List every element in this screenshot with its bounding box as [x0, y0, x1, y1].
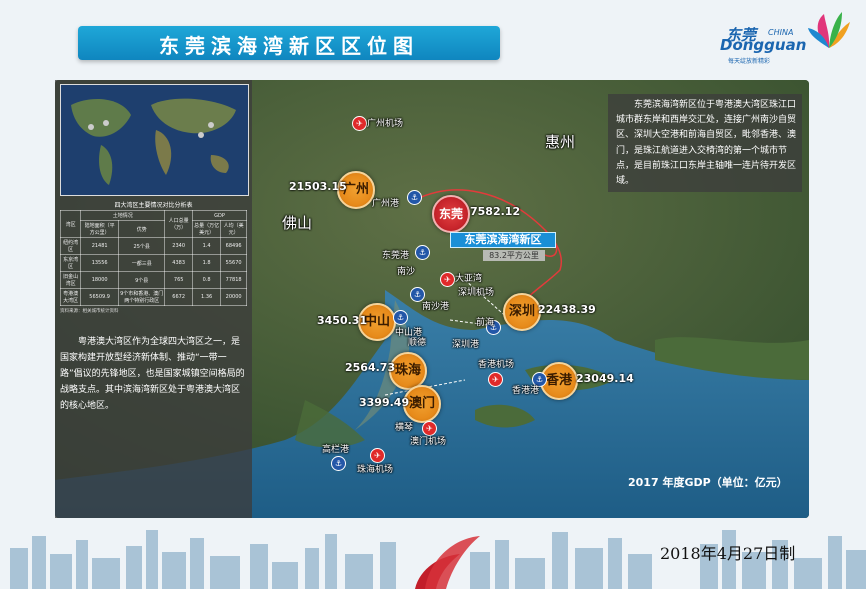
date-label: 2018年4月27日制	[660, 544, 796, 563]
subheader-gdp-per-capita: 人均（美元）	[220, 220, 247, 238]
header-land: 土地情况	[80, 210, 166, 221]
table-cell: 4383	[164, 254, 194, 272]
table-cell: 1.36	[192, 288, 222, 306]
gdp-macau: 3399.49	[359, 396, 410, 409]
airplane-icon: ✈	[352, 116, 367, 131]
place-nansha: 南沙	[397, 267, 416, 277]
place-qianhai: 前海	[476, 318, 495, 328]
header-population: 人口总量（万）	[164, 210, 194, 238]
gdp-zhongshan: 3450.31	[317, 314, 368, 327]
table-note: 资料来源：相关城市统计资料	[60, 309, 119, 314]
table-row: 东京湾区 13556 一都三县 4383 1.8 55670	[59, 254, 247, 272]
table-cell: 9个县	[118, 271, 166, 289]
gdp-note: 2017 年度GDP（单位：亿元）	[628, 476, 788, 489]
port-gaolan: 高栏港	[322, 445, 350, 455]
table-cell: 13556	[80, 254, 120, 272]
airplane-icon: ✈	[440, 272, 455, 287]
table-cell: 1.8	[192, 254, 222, 272]
bay-area-comparison-table: 四大湾区主要情况对比分析表 湾区 土地情况 人口总量（万） GDP 陆地面积（平…	[59, 200, 247, 314]
table-cell: 765	[164, 271, 194, 289]
dongguan-logo: 东莞 CHINA Dongguan 每天绽放新精彩	[716, 6, 856, 68]
anchor-icon: ⚓	[393, 310, 408, 325]
table-row: 旧金山湾区 18000 9个县 765 0.8 77818	[59, 271, 247, 289]
gdp-hongkong: 23049.14	[576, 372, 634, 385]
airport-zhuhai: 珠海机场	[357, 465, 394, 475]
left-description: 粤港澳大湾区作为全球四大湾区之一，是国家构建开放型经济新体制、推动“一带一路”倡…	[60, 337, 245, 411]
binhaiwan-zone-label[interactable]: 东莞滨海湾新区	[450, 232, 556, 248]
table-cell: 纽约湾区	[59, 237, 82, 255]
place-hengqin: 横琴	[395, 423, 414, 433]
place-dayawan: 大亚湾	[455, 274, 483, 284]
page-title: 东莞滨海湾新区区位图	[159, 34, 419, 58]
table-cell: 20000	[220, 288, 247, 306]
table-cell: 旧金山湾区	[59, 271, 82, 289]
table-title: 四大湾区主要情况对比分析表	[114, 202, 193, 209]
table-cell: 0.8	[192, 271, 222, 289]
port-shenzhen: 深圳港	[452, 340, 480, 350]
table-cell: 粤港澳大湾区	[59, 288, 82, 306]
table-cell: 6672	[164, 288, 194, 306]
gdp-zhuhai: 2564.73	[345, 361, 396, 374]
table-row: 粤港澳大湾区 56509.9 9个市和香港、澳门两个特别行政区 6672 1.3…	[59, 288, 247, 306]
region-label-foshan: 佛山	[282, 214, 313, 232]
right-info-panel: 东莞滨海湾新区位于粤港澳大湾区珠江口城市群东岸和西岸交汇处，连接广州南沙自贸区、…	[608, 94, 802, 192]
table-cell: 21481	[80, 237, 120, 255]
airport-guangzhou: 广州机场	[367, 119, 404, 129]
table-cell: 77818	[220, 271, 247, 289]
airport-hongkong: 香港机场	[478, 360, 515, 370]
place-shunde: 顺德	[408, 338, 427, 348]
header-bay: 湾区	[59, 210, 82, 238]
table-cell: 9个市和香港、澳门两个特别行政区	[118, 288, 166, 306]
anchor-icon: ⚓	[407, 190, 422, 205]
subheader-area: 陆地面积（平方公里）	[80, 220, 120, 238]
port-dongguan: 东莞港	[382, 251, 410, 261]
flower-logo-icon	[808, 12, 850, 48]
right-description: 东莞滨海湾新区位于粤港澳大湾区珠江口城市群东岸和西岸交汇处，连接广州南沙自贸区、…	[616, 100, 797, 187]
gdp-shenzhen: 22438.39	[538, 303, 596, 316]
subheader-advantage: 优势	[118, 220, 166, 238]
city-dongguan[interactable]: 东莞	[432, 195, 470, 233]
table-cell: 一都三县	[118, 254, 166, 272]
table-row: 纽约湾区 21481 25个县 2340 1.4 68496	[59, 237, 247, 255]
airplane-icon: ✈	[488, 372, 503, 387]
subheader-gdp-total: 总量（万亿美元）	[192, 220, 222, 238]
city-shenzhen[interactable]: 深圳	[503, 293, 541, 331]
world-map-inset	[60, 84, 249, 196]
port-nansha: 南沙港	[422, 302, 450, 312]
table-cell: 56509.9	[80, 288, 120, 306]
logo-en: Dongguan	[720, 36, 807, 54]
anchor-icon: ⚓	[331, 456, 346, 471]
comparison-table: 湾区 土地情况 人口总量（万） GDP 陆地面积（平方公里） 优势 总量（万亿美…	[59, 210, 247, 306]
port-guangzhou: 广州港	[372, 199, 400, 209]
airport-macau: 澳门机场	[410, 437, 447, 447]
table-cell: 1.4	[192, 237, 222, 255]
table-cell: 18000	[80, 271, 120, 289]
region-label-huizhou: 惠州	[545, 133, 576, 151]
table-cell: 55670	[220, 254, 247, 272]
world-map-icon	[61, 85, 248, 195]
header-gdp: GDP	[192, 210, 247, 221]
table-cell: 68496	[220, 237, 247, 255]
table-cell: 2340	[164, 237, 194, 255]
port-hongkong: 香港港	[512, 386, 540, 396]
table-header-row: 湾区 土地情况 人口总量（万） GDP	[59, 210, 247, 238]
gdp-dongguan: 7582.12	[470, 205, 521, 218]
page-title-bar: 东莞滨海湾新区区位图	[78, 26, 500, 60]
table-cell: 东京湾区	[59, 254, 82, 272]
table-cell: 25个县	[118, 237, 166, 255]
airport-shenzhen: 深圳机场	[458, 288, 495, 298]
gdp-guangzhou: 21503.15	[289, 180, 347, 193]
logo-slogan: 每天绽放新精彩	[728, 58, 771, 65]
binhaiwan-zone-area: 83.2平方公里	[483, 250, 545, 261]
airplane-icon: ✈	[370, 448, 385, 463]
table-subheader-row: 陆地面积（平方公里） 优势 总量（万亿美元） 人均（美元）	[61, 220, 247, 238]
anchor-icon: ⚓	[415, 245, 430, 260]
